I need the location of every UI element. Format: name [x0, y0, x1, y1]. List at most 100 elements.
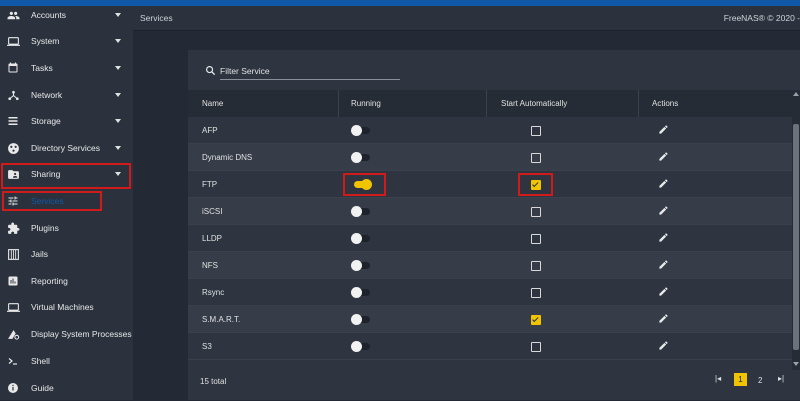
table-row: S3 [188, 333, 792, 360]
puzzle-icon [6, 221, 20, 235]
processes-icon [6, 327, 20, 341]
next-page-button[interactable]: ▸| [778, 374, 794, 386]
scrollbar-thumb[interactable] [793, 124, 799, 350]
filter-service-input[interactable] [220, 63, 400, 80]
highlight-box-services [2, 191, 102, 211]
edit-pencil-icon[interactable] [658, 232, 670, 244]
sidebar-item-label: Directory Services [31, 143, 100, 153]
sidebar-item-label: Guide [31, 383, 54, 393]
service-name: S3 [202, 342, 212, 351]
page-header: Services FreeNAS® © 2020 - [133, 6, 800, 31]
start-automatically-checkbox[interactable] [531, 315, 541, 325]
sidebar-item-virtual-machines[interactable]: Virtual Machines [0, 294, 133, 320]
start-automatically-checkbox[interactable] [531, 261, 541, 271]
chevron-down-icon [115, 39, 121, 43]
edit-pencil-icon[interactable] [658, 178, 670, 190]
highlight-box-sharing [1, 163, 131, 189]
column-header-name[interactable]: Name [202, 99, 223, 108]
sidebar-item-label: Plugins [31, 223, 59, 233]
edit-pencil-icon[interactable] [658, 313, 670, 325]
running-toggle[interactable] [351, 152, 372, 163]
service-name: AFP [202, 126, 218, 135]
chevron-down-icon [115, 146, 121, 150]
calendar-icon [6, 61, 20, 75]
edit-pencil-icon[interactable] [658, 151, 670, 163]
edit-pencil-icon[interactable] [658, 124, 670, 136]
edit-pencil-icon[interactable] [658, 286, 670, 298]
total-count: 15 total [200, 377, 227, 386]
sidebar-item-storage[interactable]: Storage [0, 108, 133, 134]
service-name: Rsync [202, 288, 225, 297]
table-row: NFS [188, 252, 792, 279]
highlight-box-ftp-running [343, 173, 386, 196]
sidebar-item-directory-services[interactable]: Directory Services [0, 135, 133, 161]
sidebar-item-label: Accounts [31, 10, 66, 20]
chevron-down-icon [115, 119, 121, 123]
start-automatically-checkbox[interactable] [531, 234, 541, 244]
start-automatically-checkbox[interactable] [531, 288, 541, 298]
sidebar-item-tasks[interactable]: Tasks [0, 55, 133, 81]
start-automatically-checkbox[interactable] [531, 342, 541, 352]
service-name: LLDP [202, 234, 223, 243]
running-toggle[interactable] [351, 287, 372, 298]
sidebar-item-reporting[interactable]: Reporting [0, 268, 133, 294]
sidebar-item-system[interactable]: System [0, 28, 133, 54]
column-divider [486, 90, 487, 117]
scroll-up-icon[interactable] [793, 92, 799, 96]
first-page-button[interactable]: |◂ [715, 374, 729, 386]
directory-icon [6, 141, 20, 155]
table-row: FTP [188, 171, 792, 198]
column-header-running[interactable]: Running [351, 99, 381, 108]
scroll-down-icon[interactable] [793, 362, 799, 366]
sidebar-item-label: Jails [31, 249, 49, 259]
running-toggle[interactable] [351, 260, 372, 271]
column-divider [638, 90, 639, 117]
highlight-box-ftp-start [518, 173, 553, 196]
jail-icon [6, 247, 20, 261]
table-row: S.M.A.R.T. [188, 306, 792, 333]
chevron-down-icon [115, 93, 121, 97]
brand-copyright: FreeNAS® © 2020 - [723, 13, 800, 23]
chevron-down-icon [115, 66, 121, 70]
sidebar-item-jails[interactable]: Jails [0, 241, 133, 267]
info-icon [6, 381, 20, 395]
start-automatically-checkbox[interactable] [531, 126, 541, 136]
terminal-icon [6, 354, 20, 368]
table-row: Dynamic DNS [188, 144, 792, 171]
running-toggle[interactable] [351, 341, 372, 352]
sidebar-item-label: Reporting [31, 276, 68, 286]
network-icon [6, 88, 20, 102]
running-toggle[interactable] [351, 314, 372, 325]
sidebar-item-label: Display System Processes [31, 329, 132, 339]
table-row: Rsync [188, 279, 792, 306]
sidebar-item-label: Shell [31, 356, 50, 366]
edit-pencil-icon[interactable] [658, 259, 670, 271]
table-header: Name Running Start Automatically Actions [188, 90, 792, 117]
sidebar-item-plugins[interactable]: Plugins [0, 215, 133, 241]
sidebar-item-shell[interactable]: Shell [0, 348, 133, 374]
service-name: Dynamic DNS [202, 153, 253, 162]
page-1-button[interactable]: 1 [734, 373, 747, 386]
sidebar-item-accounts[interactable]: Accounts [0, 2, 133, 28]
column-header-start-automatically[interactable]: Start Automatically [501, 99, 567, 108]
running-toggle[interactable] [351, 206, 372, 217]
search-icon [205, 65, 216, 78]
table-scrollbar[interactable] [792, 90, 800, 370]
service-name: NFS [202, 261, 218, 270]
edit-pencil-icon[interactable] [658, 205, 670, 217]
start-automatically-checkbox[interactable] [531, 207, 541, 217]
sidebar-item-label: Virtual Machines [31, 302, 94, 312]
computer-icon [6, 300, 20, 314]
running-toggle[interactable] [351, 125, 372, 136]
sidebar: Accounts System Tasks Network Storage Di [0, 6, 133, 400]
table-row: AFP [188, 117, 792, 144]
start-automatically-checkbox[interactable] [531, 153, 541, 163]
sidebar-item-display-system-processes[interactable]: Display System Processes [0, 321, 133, 347]
running-toggle[interactable] [351, 233, 372, 244]
page-2-button[interactable]: 2 [758, 376, 762, 385]
column-header-actions: Actions [652, 99, 679, 108]
sidebar-item-guide[interactable]: Guide [0, 375, 133, 401]
sidebar-item-network[interactable]: Network [0, 82, 133, 108]
service-name: S.M.A.R.T. [202, 315, 241, 324]
edit-pencil-icon[interactable] [658, 340, 670, 352]
